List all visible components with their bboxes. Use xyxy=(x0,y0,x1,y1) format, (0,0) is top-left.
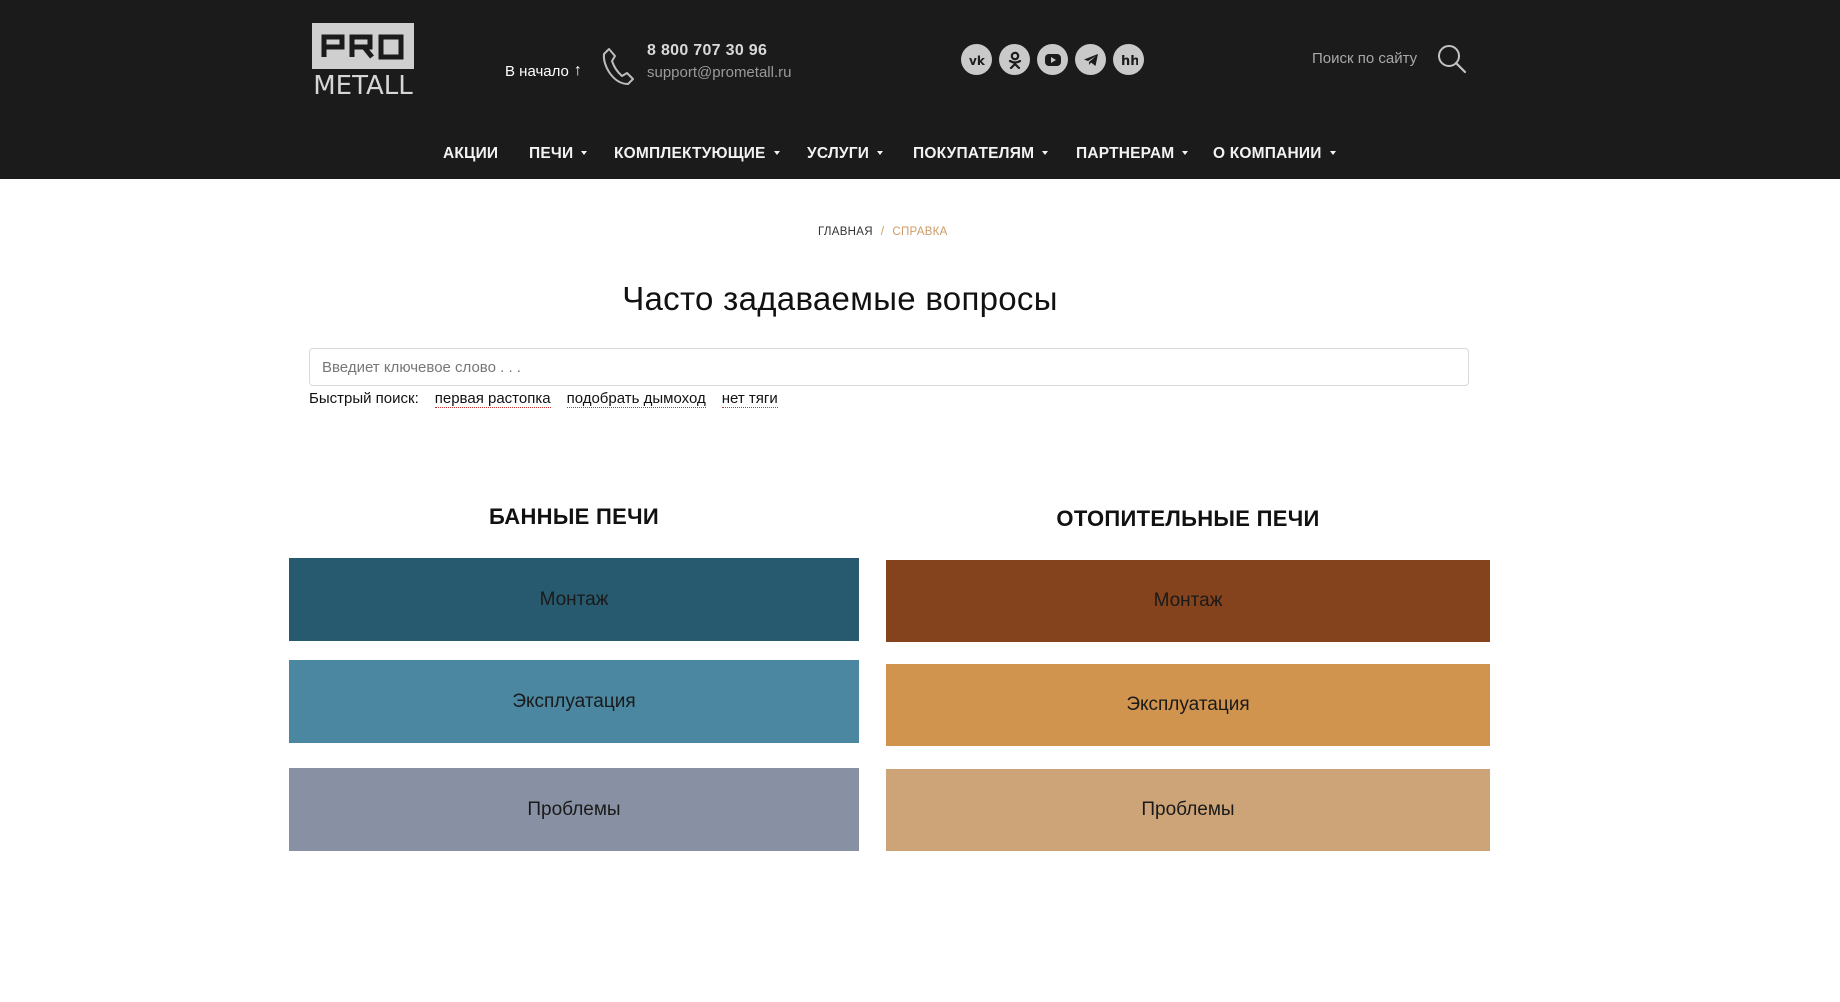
support-email[interactable]: support@prometall.ru xyxy=(647,64,791,81)
nav-item-label: О КОМПАНИИ xyxy=(1213,145,1322,162)
nav-item-partners[interactable]: ПАРТНЕРАМ xyxy=(1076,145,1189,163)
breadcrumb-current: СПРАВКА xyxy=(892,226,948,238)
bath-stoves-title: БАННЫЕ ПЕЧИ xyxy=(488,504,660,529)
back-to-top-link[interactable]: В начало ↑ xyxy=(505,62,582,80)
caret-down-icon xyxy=(877,150,884,155)
site-search-link[interactable]: Поиск по сайту xyxy=(1312,50,1417,67)
youtube-icon[interactable] xyxy=(1037,44,1068,75)
quick-search-link-no-draft[interactable]: нет тяги xyxy=(721,390,778,408)
logo-pro-box xyxy=(312,23,414,69)
quick-search: Быстрый поиск: первая растопка подобрать… xyxy=(309,390,778,408)
nav-item-buyers[interactable]: ПОКУПАТЕЛЯМ xyxy=(913,145,1049,163)
phone-number[interactable]: 8 800 707 30 96 xyxy=(647,42,767,60)
site-header: METALL В начало ↑ 8 800 707 30 96 suppor… xyxy=(0,0,1840,179)
tile-label: Монтаж xyxy=(1153,590,1223,611)
page-title: Часто задаваемые вопросы xyxy=(622,280,1058,317)
caret-down-icon xyxy=(581,150,588,155)
telegram-icon[interactable] xyxy=(1075,44,1106,75)
nav-item-label: ПОКУПАТЕЛЯМ xyxy=(913,145,1035,162)
svg-text:vk: vk xyxy=(969,54,986,66)
tile-label: Проблемы xyxy=(527,798,621,820)
quick-search-label: Быстрый поиск: xyxy=(309,390,419,407)
quick-search-link-chimney[interactable]: подобрать дымоход xyxy=(566,390,706,408)
tile-label: Монтаж xyxy=(539,588,609,610)
tile-label: Эксплуатация xyxy=(1126,694,1250,715)
heating-tile-problems[interactable]: Проблемы xyxy=(886,769,1490,851)
search-icon[interactable] xyxy=(1437,44,1467,74)
breadcrumb: ГЛАВНАЯ / СПРАВКА xyxy=(818,226,948,238)
svg-text:hh: hh xyxy=(1121,54,1138,67)
nav-item-stoves[interactable]: ПЕЧИ xyxy=(529,145,588,163)
bath-tile-usage[interactable]: Эксплуатация xyxy=(289,660,859,743)
bath-tile-problems[interactable]: Проблемы xyxy=(289,768,859,851)
arrow-up-icon: ↑ xyxy=(573,62,582,79)
back-to-top-label: В начало xyxy=(505,62,569,80)
breadcrumb-separator: / xyxy=(880,226,885,238)
heating-stoves-title: ОТОПИТЕЛЬНЫЕ ПЕЧИ xyxy=(1056,506,1320,531)
tile-label: Эксплуатация xyxy=(512,690,636,712)
caret-down-icon xyxy=(773,150,780,155)
breadcrumb-home[interactable]: ГЛАВНАЯ xyxy=(818,226,873,238)
nav-item-label: АКЦИИ xyxy=(443,145,499,162)
nav-item-label: ПЕЧИ xyxy=(529,145,574,162)
bath-tile-install[interactable]: Монтаж xyxy=(289,558,859,641)
caret-down-icon xyxy=(1042,150,1049,155)
tile-label: Проблемы xyxy=(1141,799,1235,820)
social-links: vk hh xyxy=(961,44,1144,75)
caret-down-icon xyxy=(1182,150,1189,155)
heating-tile-install[interactable]: Монтаж xyxy=(886,560,1490,642)
odnoklassniki-icon[interactable] xyxy=(999,44,1030,75)
vk-icon[interactable]: vk xyxy=(961,44,992,75)
nav-item-services[interactable]: УСЛУГИ xyxy=(807,145,884,163)
logo-metall-text: METALL xyxy=(313,71,413,101)
logo-pro-mark xyxy=(321,34,404,60)
nav-item-promo[interactable]: АКЦИИ xyxy=(443,145,498,163)
faq-search-input[interactable] xyxy=(309,348,1469,386)
main-nav: АКЦИИ ПЕЧИ КОМПЛЕКТУЮЩИЕ УСЛУГИ ПОКУПАТЕ… xyxy=(0,145,1840,165)
nav-item-label: КОМПЛЕКТУЮЩИЕ xyxy=(614,145,766,162)
nav-item-about[interactable]: О КОМПАНИИ xyxy=(1213,145,1336,163)
caret-down-icon xyxy=(1329,150,1336,155)
heating-tile-usage[interactable]: Эксплуатация xyxy=(886,664,1490,746)
nav-item-label: ПАРТНЕРАМ xyxy=(1076,145,1175,162)
phone-icon xyxy=(602,48,634,85)
nav-item-label: УСЛУГИ xyxy=(807,145,870,162)
site-logo[interactable]: METALL xyxy=(312,23,414,103)
nav-item-components[interactable]: КОМПЛЕКТУЮЩИЕ xyxy=(614,145,780,163)
quick-search-link-first-fire[interactable]: первая растопка xyxy=(434,390,551,408)
hh-icon[interactable]: hh xyxy=(1113,44,1144,75)
